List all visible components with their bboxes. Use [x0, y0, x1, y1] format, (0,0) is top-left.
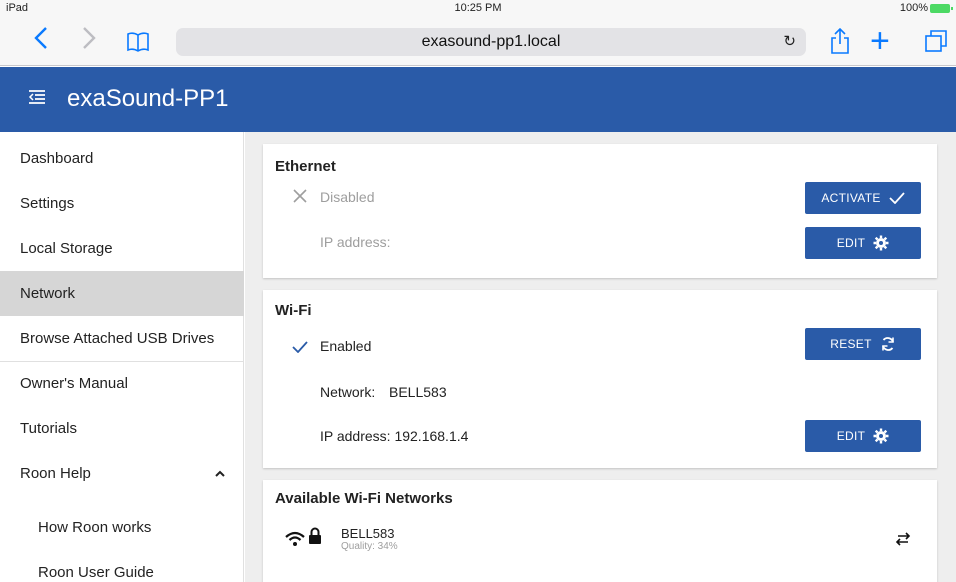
main-content: Ethernet Disabled IP address: ACTIVATE E… — [245, 132, 956, 582]
network-quality: Quality: 34% — [341, 541, 398, 552]
sidebar-item-label: Local Storage — [20, 240, 113, 257]
wifi-title: Wi-Fi — [275, 302, 312, 319]
reload-icon[interactable]: ↻ — [783, 28, 796, 56]
connect-swap-icon[interactable] — [895, 532, 911, 551]
browser-toolbar: exasound-pp1.local ↻ + — [0, 16, 956, 66]
new-tab-icon[interactable]: + — [870, 24, 890, 58]
battery-icon — [930, 4, 953, 13]
wifi-card: Wi-Fi Enabled Network: BELL583 IP addres… — [263, 290, 937, 468]
reset-button-label: RESET — [830, 337, 872, 351]
sidebar-item-label: Browse Attached USB Drives — [20, 330, 215, 347]
available-networks-card: Available Wi-Fi Networks BELL583 Quality… — [263, 480, 937, 582]
ethernet-status: Disabled — [320, 189, 375, 205]
sidebar-item-label: How Roon works — [38, 519, 152, 536]
sidebar-item-label: Roon Help — [20, 465, 91, 482]
lock-icon — [308, 527, 322, 550]
wifi-network-value: BELL583 — [389, 384, 447, 400]
sidebar-item-label: Settings — [20, 195, 75, 212]
sidebar-item-label: Dashboard — [20, 150, 94, 167]
sidebar: Dashboard Settings Local Storage Network… — [0, 132, 244, 582]
activate-button-label: ACTIVATE — [821, 191, 881, 205]
refresh-icon — [881, 337, 894, 351]
wifi-network-label: Network: — [320, 384, 376, 400]
network-ssid: BELL583 — [341, 526, 395, 541]
clock: 10:25 PM — [454, 2, 502, 14]
sidebar-item-label: Network — [20, 285, 76, 302]
available-networks-title: Available Wi-Fi Networks — [275, 490, 453, 507]
sidebar-item-network[interactable]: Network — [0, 271, 244, 316]
bookmarks-icon[interactable] — [126, 30, 150, 52]
sidebar-item-roon-user-guide[interactable]: Roon User Guide — [0, 550, 244, 582]
sidebar-item-local-storage[interactable]: Local Storage — [0, 226, 244, 271]
battery-percent: 100% — [899, 2, 928, 14]
chevron-up-icon — [214, 451, 226, 496]
wifi-edit-button[interactable]: EDIT — [805, 420, 921, 452]
tabs-icon[interactable] — [924, 29, 948, 53]
sidebar-item-label: Roon User Guide — [38, 564, 154, 581]
sidebar-item-dashboard[interactable]: Dashboard — [0, 136, 244, 181]
ethernet-title: Ethernet — [275, 158, 336, 175]
network-list-item[interactable]: BELL583 Quality: 34% — [263, 522, 937, 566]
address-bar[interactable]: exasound-pp1.local ↻ — [176, 28, 806, 56]
app-title: exaSound-PP1 — [67, 85, 229, 112]
wifi-ip-address: IP address: 192.168.1.4 — [320, 428, 469, 444]
app-header: exaSound-PP1 — [0, 67, 956, 132]
sidebar-item-roon-help[interactable]: Roon Help — [0, 451, 244, 496]
forward-icon[interactable] — [82, 26, 96, 54]
sidebar-item-browse-usb[interactable]: Browse Attached USB Drives — [0, 316, 244, 361]
share-icon[interactable] — [828, 27, 852, 54]
check-icon — [889, 192, 905, 204]
status-bar: iPad 10:25 PM 100% — [0, 0, 956, 16]
edit-button-label: EDIT — [836, 429, 866, 443]
activate-button[interactable]: ACTIVATE — [805, 182, 921, 214]
wifi-icon — [285, 531, 305, 552]
sidebar-item-label: Tutorials — [20, 420, 77, 437]
gear-icon — [873, 235, 889, 251]
close-icon — [293, 187, 307, 208]
gear-icon — [873, 428, 889, 444]
ethernet-card: Ethernet Disabled IP address: ACTIVATE E… — [263, 144, 937, 278]
sidebar-item-how-roon-works[interactable]: How Roon works — [0, 505, 244, 550]
back-icon[interactable] — [34, 26, 48, 54]
reset-button[interactable]: RESET — [805, 328, 921, 360]
url-text: exasound-pp1.local — [421, 33, 561, 50]
sidebar-item-tutorials[interactable]: Tutorials — [0, 406, 244, 451]
edit-button-label: EDIT — [836, 236, 866, 250]
check-icon — [292, 337, 308, 358]
sidebar-item-owners-manual[interactable]: Owner's Manual — [0, 361, 244, 406]
sidebar-item-settings[interactable]: Settings — [0, 181, 244, 226]
ethernet-ip-label: IP address: — [320, 234, 391, 250]
ethernet-edit-button[interactable]: EDIT — [805, 227, 921, 259]
sidebar-item-label: Owner's Manual — [20, 375, 128, 392]
wifi-status: Enabled — [320, 338, 372, 354]
menu-collapse-icon[interactable] — [28, 89, 46, 107]
